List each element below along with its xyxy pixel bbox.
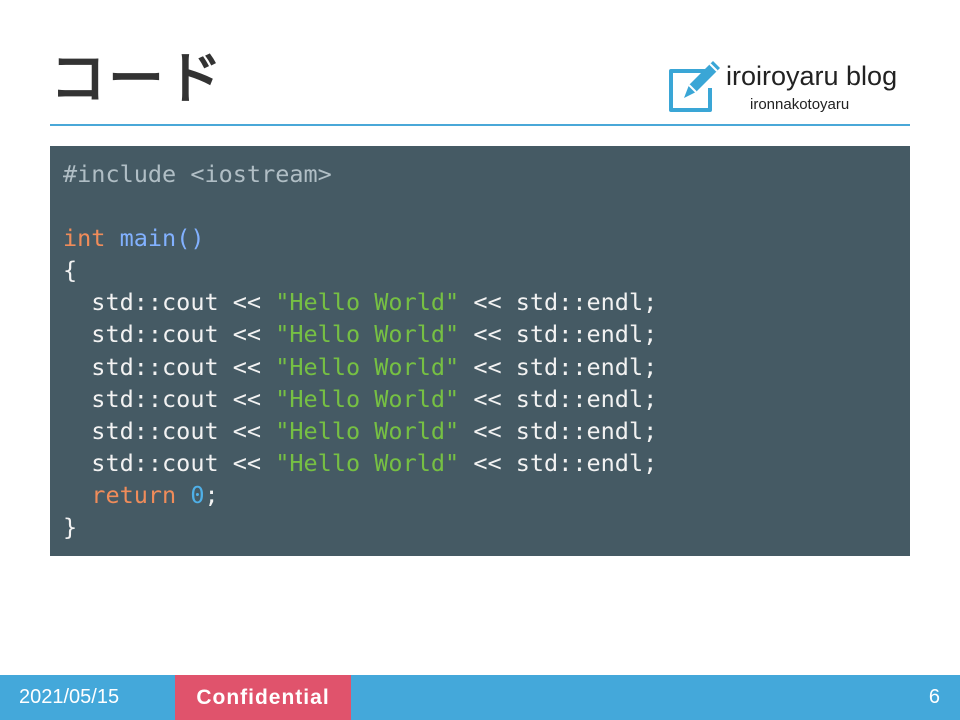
footer-bar: 2021/05/15 Confidential 6 bbox=[0, 675, 960, 720]
code-token: main() bbox=[119, 224, 205, 253]
code-token: << std::endl; bbox=[459, 416, 658, 445]
edit-document-icon bbox=[669, 61, 720, 112]
blog-name: iroiroyaru blog bbox=[726, 61, 898, 91]
code-token: std::cout << bbox=[63, 352, 276, 381]
code-block: #include <iostream> int main(){ std::cout… bbox=[50, 146, 910, 556]
footer-date: 2021/05/15 bbox=[19, 686, 120, 708]
blog-subtitle: ironnakotoyaru bbox=[750, 96, 850, 113]
code-line: int main() bbox=[63, 222, 910, 254]
code-token: int bbox=[63, 224, 106, 253]
code-token: } bbox=[63, 513, 78, 542]
code-token: "Hello World" bbox=[275, 416, 460, 445]
code-line: return 0; bbox=[63, 479, 910, 511]
code-token: std::cout << bbox=[63, 448, 276, 477]
code-token: "Hello World" bbox=[275, 384, 460, 413]
code-line: std::cout << "Hello World" << std::endl; bbox=[63, 447, 910, 479]
code-token: << std::endl; bbox=[459, 352, 658, 381]
code-token: #include <iostream> bbox=[63, 160, 332, 188]
code-line: std::cout << "Hello World" << std::endl; bbox=[63, 351, 910, 383]
confidential-badge: Confidential bbox=[175, 675, 351, 720]
code-token: std::cout << bbox=[63, 288, 276, 317]
code-token: std::cout << bbox=[63, 416, 276, 445]
title-divider bbox=[50, 124, 910, 126]
slide-title: コード bbox=[50, 47, 224, 112]
blog-logo: iroiroyaru blog ironnakotoyaru bbox=[666, 58, 916, 116]
code-line: std::cout << "Hello World" << std::endl; bbox=[63, 383, 910, 415]
code-token: "Hello World" bbox=[275, 448, 460, 477]
code-token: << std::endl; bbox=[459, 288, 658, 317]
code-token: 0 bbox=[190, 480, 205, 509]
code-token: "Hello World" bbox=[275, 320, 460, 349]
code-token: << std::endl; bbox=[459, 448, 658, 477]
code-token: std::cout << bbox=[63, 320, 276, 349]
code-line: { bbox=[63, 254, 910, 286]
code-token: { bbox=[63, 256, 78, 285]
code-token: ; bbox=[204, 480, 219, 509]
code-token: << std::endl; bbox=[459, 320, 658, 349]
page-number: 6 bbox=[928, 686, 940, 708]
code-line: std::cout << "Hello World" << std::endl; bbox=[63, 415, 910, 447]
code-line: std::cout << "Hello World" << std::endl; bbox=[63, 318, 910, 350]
code-token: std::cout << bbox=[63, 384, 276, 413]
code-line: } bbox=[63, 511, 910, 543]
code-line: #include <iostream> bbox=[63, 158, 910, 190]
code-token: "Hello World" bbox=[275, 352, 460, 381]
code-token: << std::endl; bbox=[459, 384, 658, 413]
code-token: return bbox=[91, 480, 177, 509]
code-line: std::cout << "Hello World" << std::endl; bbox=[63, 286, 910, 318]
code-token: "Hello World" bbox=[275, 288, 460, 317]
